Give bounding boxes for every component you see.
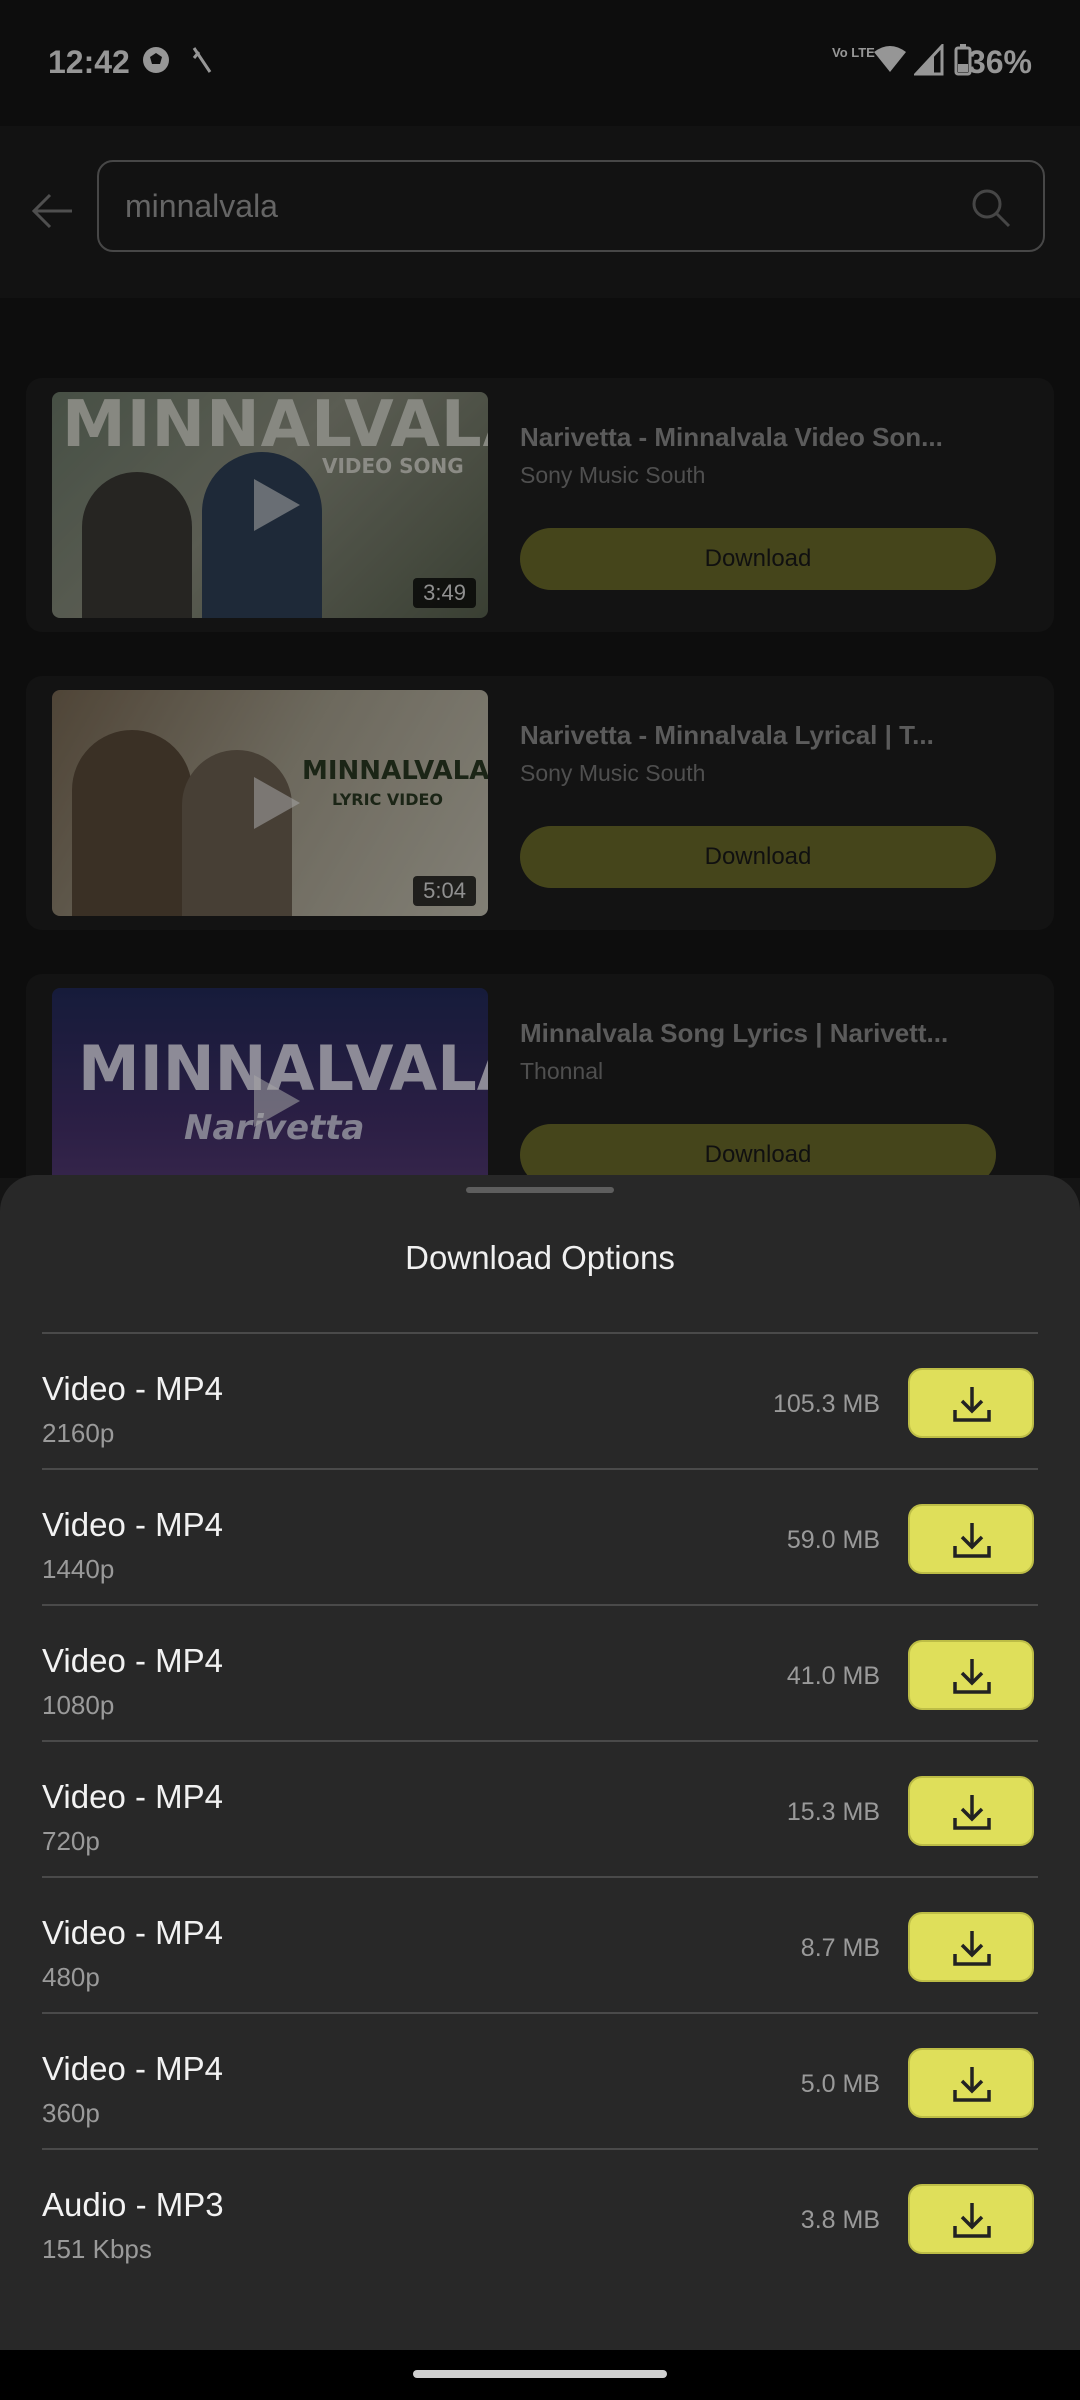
status-time: 12:42: [48, 44, 130, 80]
format-label: Audio - MP3: [42, 2186, 224, 2223]
search-input[interactable]: minnalvala: [97, 160, 1045, 252]
play-icon: [254, 777, 300, 829]
download-icon[interactable]: [908, 1640, 1034, 1710]
person-figure: [202, 452, 322, 618]
download-options-sheet: Download Options Video - MP4 2160p 105.3…: [0, 1175, 1080, 2350]
result-card[interactable]: MINNALVALA Narivetta Minnalvala Song Lyr…: [26, 974, 1054, 1178]
download-button[interactable]: Download: [520, 1124, 996, 1178]
format-label: Video - MP4: [42, 1914, 223, 1951]
result-card[interactable]: MINNALVALA LYRIC VIDEO 5:04 Narivetta - …: [26, 676, 1054, 930]
play-icon: [254, 479, 300, 531]
file-size: 5.0 MB: [800, 2070, 880, 2098]
quality-label: 720p: [42, 1826, 100, 1856]
download-icon[interactable]: [908, 1776, 1034, 1846]
arrow-left-icon[interactable]: [28, 186, 78, 236]
wifi-icon: [872, 44, 908, 84]
format-label: Video - MP4: [42, 2050, 223, 2087]
download-option-row[interactable]: Video - MP4 2160p 105.3 MB: [42, 1334, 1038, 1470]
search-icon[interactable]: [969, 186, 1013, 230]
channel-name: Sony Music South: [520, 760, 706, 786]
quality-label: 151 Kbps: [42, 2234, 152, 2264]
quality-label: 1440p: [42, 1554, 115, 1584]
person-figure: [72, 730, 192, 916]
download-option-row[interactable]: Video - MP4 720p 15.3 MB: [42, 1742, 1038, 1878]
channel-name: Thonnal: [520, 1058, 604, 1084]
quality-label: 1080p: [42, 1690, 115, 1720]
soccer-ball-icon: [140, 44, 172, 84]
thumbnail-title: MINNALVALA: [62, 392, 488, 462]
signal-icon: [912, 42, 944, 84]
format-label: Video - MP4: [42, 1642, 223, 1679]
format-label: Video - MP4: [42, 1370, 223, 1407]
gesture-nav-bar: [0, 2350, 1080, 2400]
video-thumbnail[interactable]: MINNALVALA VIDEO SONG 3:49: [52, 392, 488, 618]
video-title: Narivetta - Minnalvala Lyrical | T...: [520, 720, 934, 750]
search-header: minnalvala: [0, 126, 1080, 298]
volte-icon: Vo LTE: [832, 45, 875, 60]
person-figure: [82, 472, 192, 618]
download-button[interactable]: Download: [520, 826, 996, 888]
download-icon[interactable]: [908, 2048, 1034, 2118]
results-list: MINNALVALA VIDEO SONG 3:49 Narivetta - M…: [0, 298, 1080, 1178]
format-label: Video - MP4: [42, 1778, 223, 1815]
file-size: 8.7 MB: [800, 1934, 880, 1962]
needle-icon: [190, 44, 216, 84]
download-option-row[interactable]: Video - MP4 360p 5.0 MB: [42, 2014, 1038, 2150]
download-option-row[interactable]: Video - MP4 1440p 59.0 MB: [42, 1470, 1038, 1606]
status-bar: 12:42 Vo LTE 36%: [0, 0, 1080, 126]
download-icon[interactable]: [908, 2184, 1034, 2254]
play-icon: [254, 1075, 300, 1127]
download-icon[interactable]: [908, 1504, 1034, 1574]
quality-label: 360p: [42, 2098, 100, 2128]
video-duration: 5:04: [413, 876, 476, 906]
file-size: 59.0 MB: [786, 1526, 880, 1554]
home-gesture-handle[interactable]: [413, 2370, 667, 2378]
file-size: 3.8 MB: [800, 2206, 880, 2234]
thumbnail-subtitle: LYRIC VIDEO: [332, 790, 444, 809]
thumbnail-title: MINNALVALA: [302, 756, 488, 786]
sheet-title: Download Options: [405, 1239, 675, 1276]
video-title: Narivetta - Minnalvala Video Son...: [520, 422, 943, 452]
video-duration: 3:49: [413, 578, 476, 608]
download-option-row[interactable]: Video - MP4 1080p 41.0 MB: [42, 1606, 1038, 1742]
download-option-row[interactable]: Audio - MP3 151 Kbps 3.8 MB: [42, 2150, 1038, 2286]
video-title: Minnalvala Song Lyrics | Narivett...: [520, 1018, 949, 1048]
battery-percent: 36%: [967, 44, 1032, 80]
result-card[interactable]: MINNALVALA VIDEO SONG 3:49 Narivetta - M…: [26, 378, 1054, 632]
file-size: 41.0 MB: [786, 1662, 880, 1690]
download-option-row[interactable]: Video - MP4 480p 8.7 MB: [42, 1878, 1038, 2014]
download-button[interactable]: Download: [520, 528, 996, 590]
sheet-drag-handle[interactable]: [466, 1187, 614, 1193]
person-figure: [182, 750, 292, 916]
video-thumbnail[interactable]: MINNALVALA Narivetta: [52, 988, 488, 1178]
download-icon[interactable]: [908, 1912, 1034, 1982]
thumbnail-subtitle: VIDEO SONG: [322, 454, 464, 478]
download-icon[interactable]: [908, 1368, 1034, 1438]
quality-label: 2160p: [42, 1418, 115, 1448]
video-thumbnail[interactable]: MINNALVALA LYRIC VIDEO 5:04: [52, 690, 488, 916]
file-size: 105.3 MB: [772, 1390, 880, 1418]
format-label: Video - MP4: [42, 1506, 223, 1543]
quality-label: 480p: [42, 1962, 100, 1992]
search-query: minnalvala: [125, 188, 278, 224]
file-size: 15.3 MB: [786, 1798, 880, 1826]
channel-name: Sony Music South: [520, 462, 706, 488]
